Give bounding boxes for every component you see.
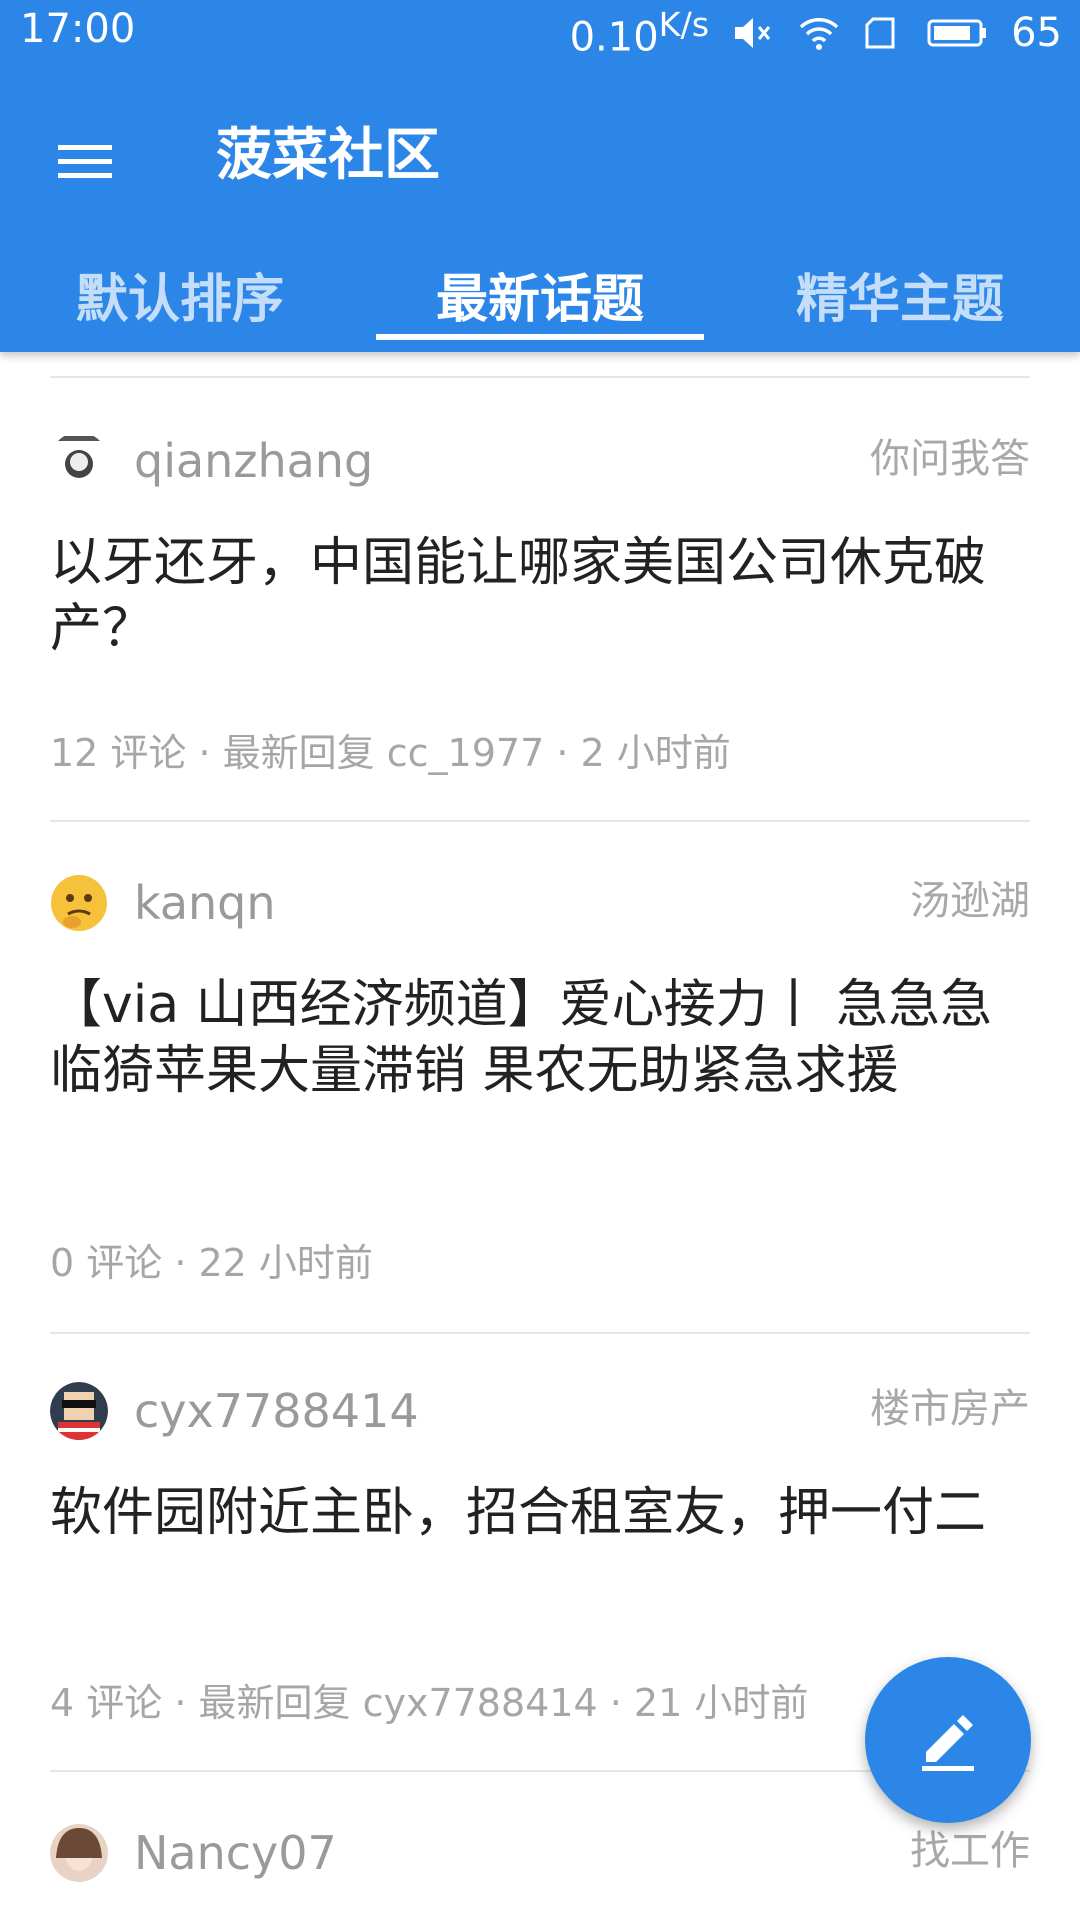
post-title[interactable]: 软件园附近主卧，招合租室友，押一付二 [50, 1480, 1030, 1546]
tab-featured-topics[interactable]: 精华主题 [720, 236, 1080, 352]
sim-card-icon [863, 13, 903, 53]
hamburger-menu-icon[interactable] [40, 116, 130, 206]
net-speed: 0.10K/s [569, 5, 710, 61]
divider [50, 376, 1030, 378]
tab-latest-topics[interactable]: 最新话题 [360, 236, 720, 352]
post-meta: 12 评论 · 最新回复 cc_1977 · 2 小时前 [50, 731, 731, 775]
divider [50, 1332, 1030, 1334]
new-post-button[interactable] [865, 1657, 1031, 1823]
divider [50, 820, 1030, 822]
wifi-icon [797, 13, 841, 53]
category-tag[interactable]: 楼市房产 [870, 1376, 1030, 1434]
avatar[interactable] [50, 1824, 108, 1882]
tab-default-sort[interactable]: 默认排序 [0, 236, 360, 352]
avatar[interactable] [50, 874, 108, 932]
toolbar: 菠菜社区 [0, 66, 1080, 236]
username[interactable]: cyx7788414 [134, 1382, 419, 1440]
username[interactable]: kanqn [134, 874, 276, 932]
edit-pencil-icon [908, 1700, 988, 1780]
tab-indicator [375, 334, 704, 340]
username[interactable]: qianzhang [134, 432, 373, 490]
post-title[interactable]: 【via 山西经济频道】爱心接力丨 急急急 临猗苹果大量滞销 果农无助紧急求援 [50, 972, 1030, 1104]
avatar[interactable] [50, 1382, 108, 1440]
avatar[interactable] [50, 432, 108, 490]
app-header: 17:00 0.10K/s 65 菠菜社区 默认排序 最新话题 精华主题 [0, 0, 1080, 352]
post-title[interactable]: 以牙还牙，中国能让哪家美国公司休克破产？ [50, 530, 1030, 662]
category-tag[interactable]: 找工作 [910, 1818, 1030, 1876]
app-title: 菠菜社区 [216, 123, 440, 188]
battery-icon [925, 13, 989, 53]
status-time: 17:00 [20, 6, 136, 52]
tab-bar: 默认排序 最新话题 精华主题 [0, 236, 1080, 352]
category-tag[interactable]: 你问我答 [870, 426, 1030, 484]
mute-icon [731, 13, 775, 53]
battery-level: 65 [1011, 10, 1062, 56]
post-meta: 0 评论 · 22 小时前 [50, 1241, 373, 1285]
post-meta: 4 评论 · 最新回复 cyx7788414 · 21 小时前 [50, 1681, 809, 1725]
status-icons: 0.10K/s 65 [569, 5, 1062, 61]
category-tag[interactable]: 汤逊湖 [910, 868, 1030, 926]
username[interactable]: Nancy07 [134, 1824, 337, 1882]
status-bar: 17:00 0.10K/s 65 [0, 0, 1080, 66]
